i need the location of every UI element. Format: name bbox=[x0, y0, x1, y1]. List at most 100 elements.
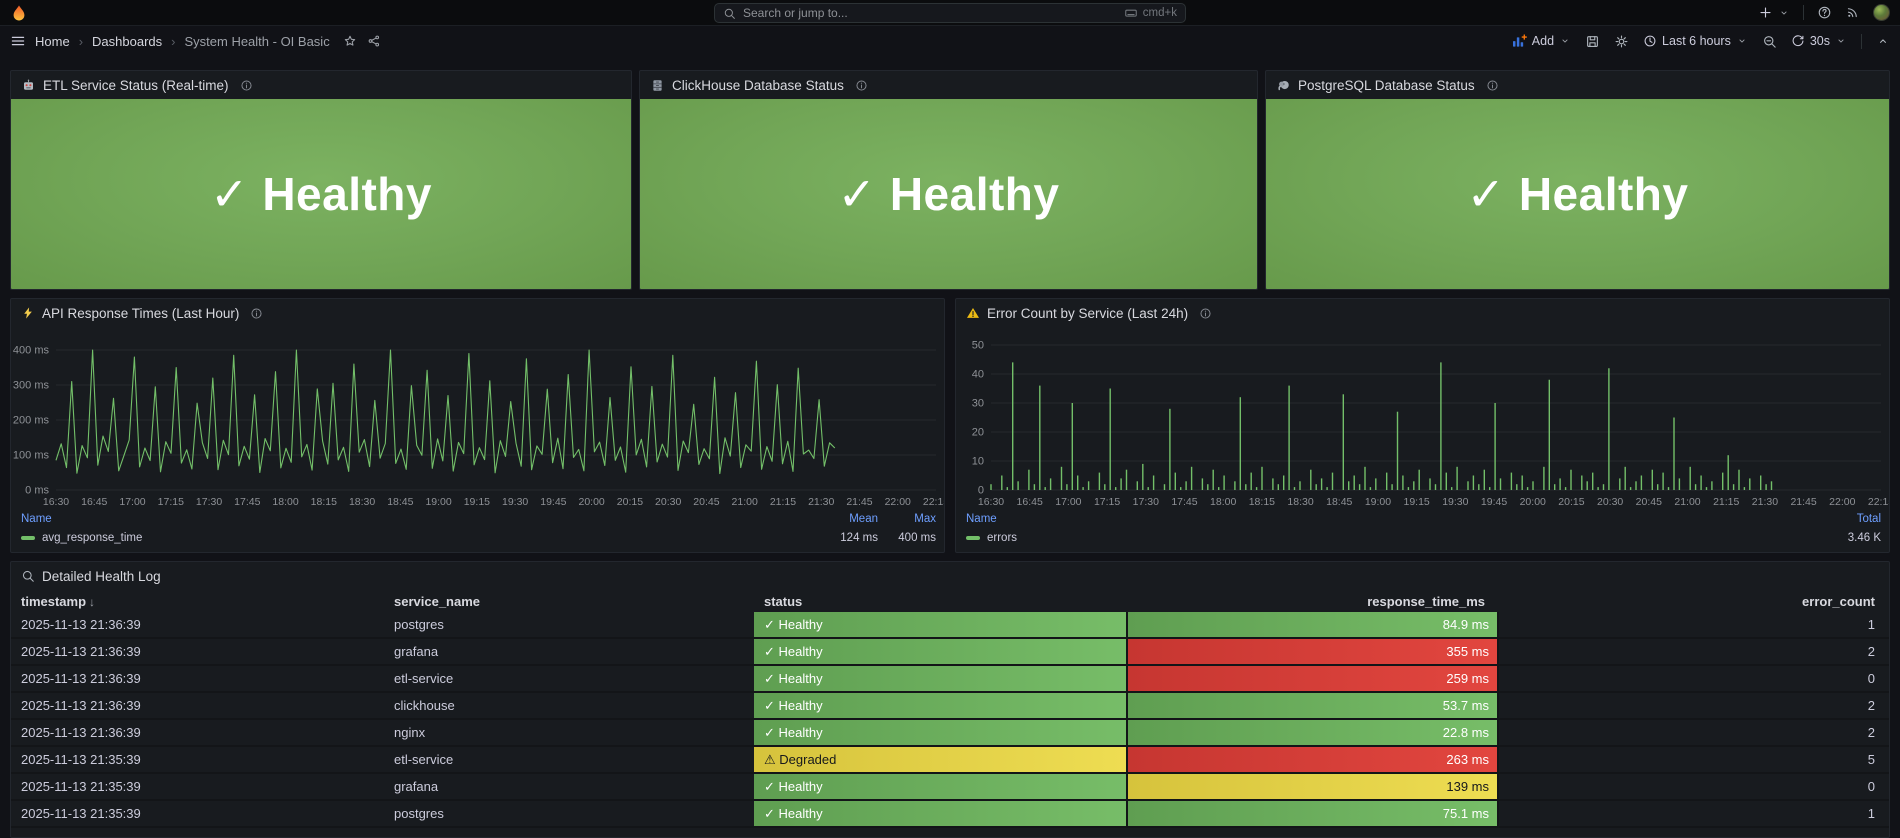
timeseries-plot[interactable]: 0 ms 100 ms 200 ms 300 ms 400 ms 16:30 16:45 17… bbox=[11, 327, 944, 513]
user-avatar[interactable] bbox=[1873, 4, 1890, 21]
svg-text:17:45: 17:45 bbox=[234, 496, 260, 508]
timeseries-plot[interactable]: 0 10 20 30 40 50 16:30 16:45 17:00 17:15 17:30 17:4… bbox=[956, 327, 1889, 513]
svg-text:17:30: 17:30 bbox=[1133, 496, 1159, 508]
panel-title[interactable]: Detailed Health Log bbox=[42, 569, 161, 584]
svg-text:17:00: 17:00 bbox=[1055, 496, 1081, 508]
svg-text:21:30: 21:30 bbox=[808, 496, 834, 508]
column-header-timestamp[interactable]: timestamp ↓ bbox=[11, 594, 384, 609]
panel-title[interactable]: API Response Times (Last Hour) bbox=[42, 306, 239, 321]
legend-header: Name Mean Max bbox=[21, 512, 936, 525]
stat-value-background: ✓ Healthy bbox=[640, 99, 1257, 289]
grafana-logo-icon[interactable] bbox=[10, 4, 28, 22]
dashboard-settings-icon[interactable] bbox=[1614, 34, 1629, 49]
panel-detailed-health-log: Detailed Health Log timestamp ↓ service_na… bbox=[10, 561, 1890, 838]
breadcrumb-dashboards[interactable]: Dashboards bbox=[92, 34, 162, 49]
svg-text:20:00: 20:00 bbox=[1520, 496, 1546, 508]
chart-legend: Name Total errors 3.46 K bbox=[966, 509, 1881, 549]
favorite-star-icon[interactable] bbox=[343, 34, 357, 48]
chevron-down-icon bbox=[1778, 7, 1790, 19]
breadcrumb-home[interactable]: Home bbox=[35, 34, 70, 49]
svg-text:21:15: 21:15 bbox=[770, 496, 796, 508]
column-header-status[interactable]: status bbox=[754, 594, 1128, 609]
svg-text:10: 10 bbox=[972, 456, 984, 468]
search-input[interactable]: Search or jump to... cmd+k bbox=[714, 3, 1186, 23]
info-icon[interactable] bbox=[250, 307, 263, 320]
divider bbox=[1803, 5, 1804, 20]
svg-text:19:30: 19:30 bbox=[1442, 496, 1468, 508]
add-panel-button[interactable]: Add bbox=[1511, 33, 1571, 49]
svg-text:17:00: 17:00 bbox=[119, 496, 145, 508]
table-row: 2025-11-13 21:36:39 clickhouse ✓ Healthy 53… bbox=[11, 693, 1889, 720]
table-row: 2025-11-13 21:36:39 grafana ✓ Healthy 355 m… bbox=[11, 639, 1889, 666]
series-name[interactable]: avg_response_time bbox=[42, 532, 142, 544]
svg-text:21:00: 21:00 bbox=[1674, 496, 1700, 508]
cell-response-time: 139 ms bbox=[1128, 774, 1499, 799]
search-placeholder: Search or jump to... bbox=[743, 6, 848, 20]
share-icon[interactable] bbox=[367, 34, 381, 48]
panel-title[interactable]: PostgreSQL Database Status bbox=[1298, 78, 1475, 93]
new-button[interactable] bbox=[1758, 5, 1790, 20]
svg-text:20:30: 20:30 bbox=[655, 496, 681, 508]
clock-icon bbox=[1643, 34, 1657, 48]
save-dashboard-icon[interactable] bbox=[1585, 34, 1600, 49]
cell-service-name: grafana bbox=[394, 644, 439, 659]
info-icon[interactable] bbox=[1486, 79, 1499, 92]
svg-text:0 ms: 0 ms bbox=[25, 485, 49, 497]
series-name[interactable]: errors bbox=[987, 532, 1017, 544]
chevron-down-icon bbox=[1835, 35, 1847, 47]
svg-text:21:15: 21:15 bbox=[1713, 496, 1739, 508]
cell-timestamp: 2025-11-13 21:35:39 bbox=[21, 806, 141, 821]
cell-error-count: 1 bbox=[1867, 617, 1875, 632]
info-icon[interactable] bbox=[240, 79, 253, 92]
panel-title[interactable]: ClickHouse Database Status bbox=[672, 78, 844, 93]
column-header-response_time_ms[interactable]: response_time_ms bbox=[1128, 594, 1499, 609]
cell-response-time: 263 ms bbox=[1128, 747, 1499, 772]
cell-service-name: postgres bbox=[394, 806, 444, 821]
stat-panel-postgres-status: PostgreSQL Database Status ✓ Healthy bbox=[1265, 70, 1890, 290]
panel-title[interactable]: ETL Service Status (Real-time) bbox=[43, 78, 229, 93]
svg-text:21:30: 21:30 bbox=[1752, 496, 1778, 508]
cell-timestamp: 2025-11-13 21:35:39 bbox=[21, 779, 141, 794]
svg-text:17:30: 17:30 bbox=[196, 496, 222, 508]
stat-panel-etl-service-status: ETL Service Status (Real-time) ✓ Healthy bbox=[10, 70, 632, 290]
svg-text:16:45: 16:45 bbox=[81, 496, 107, 508]
column-header-service_name[interactable]: service_name bbox=[384, 594, 754, 609]
zoom-out-icon[interactable] bbox=[1762, 34, 1777, 49]
svg-text:18:30: 18:30 bbox=[1287, 496, 1313, 508]
svg-text:300 ms: 300 ms bbox=[13, 380, 50, 392]
legend-header: Name Total bbox=[966, 512, 1881, 525]
stat-panel-clickhouse-status: ClickHouse Database Status ✓ Healthy bbox=[639, 70, 1258, 290]
svg-text:16:45: 16:45 bbox=[1017, 496, 1043, 508]
info-icon[interactable] bbox=[1199, 307, 1212, 320]
news-rss-icon[interactable] bbox=[1845, 5, 1860, 20]
help-icon[interactable] bbox=[1817, 5, 1832, 20]
cell-status: ✓ Healthy bbox=[754, 666, 1128, 691]
time-range-picker[interactable]: Last 6 hours bbox=[1643, 34, 1748, 48]
svg-text:18:45: 18:45 bbox=[1326, 496, 1352, 508]
menu-toggle-icon[interactable] bbox=[10, 33, 26, 49]
refresh-picker[interactable]: 30s bbox=[1791, 34, 1847, 48]
table-row: 2025-11-13 21:36:39 etl-service ✓ Healthy 2… bbox=[11, 666, 1889, 693]
column-header-error_count[interactable]: error_count bbox=[1499, 594, 1889, 609]
divider bbox=[1861, 33, 1862, 49]
elephant-icon bbox=[1276, 78, 1291, 93]
refresh-icon bbox=[1791, 34, 1805, 48]
svg-text:18:45: 18:45 bbox=[387, 496, 413, 508]
table-row: 2025-11-13 21:36:39 nginx ✓ Healthy 22.8 ms… bbox=[11, 720, 1889, 747]
kiosk-chevron-up-icon[interactable] bbox=[1876, 34, 1890, 48]
panel-title[interactable]: Error Count by Service (Last 24h) bbox=[987, 306, 1188, 321]
cell-timestamp: 2025-11-13 21:36:39 bbox=[21, 617, 141, 632]
svg-text:40: 40 bbox=[972, 369, 984, 381]
cell-status: ✓ Healthy bbox=[754, 693, 1128, 718]
svg-text:16:30: 16:30 bbox=[978, 496, 1004, 508]
cell-service-name: nginx bbox=[394, 725, 426, 740]
svg-text:50: 50 bbox=[972, 340, 984, 352]
cell-service-name: etl-service bbox=[394, 671, 454, 686]
breadcrumb-separator: › bbox=[78, 33, 84, 49]
svg-text:19:45: 19:45 bbox=[540, 496, 566, 508]
dashboard-canvas: ETL Service Status (Real-time) ✓ Healthy C… bbox=[0, 56, 1900, 838]
cell-error-count: 5 bbox=[1867, 752, 1875, 767]
cell-response-time: 22.8 ms bbox=[1128, 720, 1499, 745]
cell-response-time: 53.7 ms bbox=[1128, 693, 1499, 718]
info-icon[interactable] bbox=[855, 79, 868, 92]
